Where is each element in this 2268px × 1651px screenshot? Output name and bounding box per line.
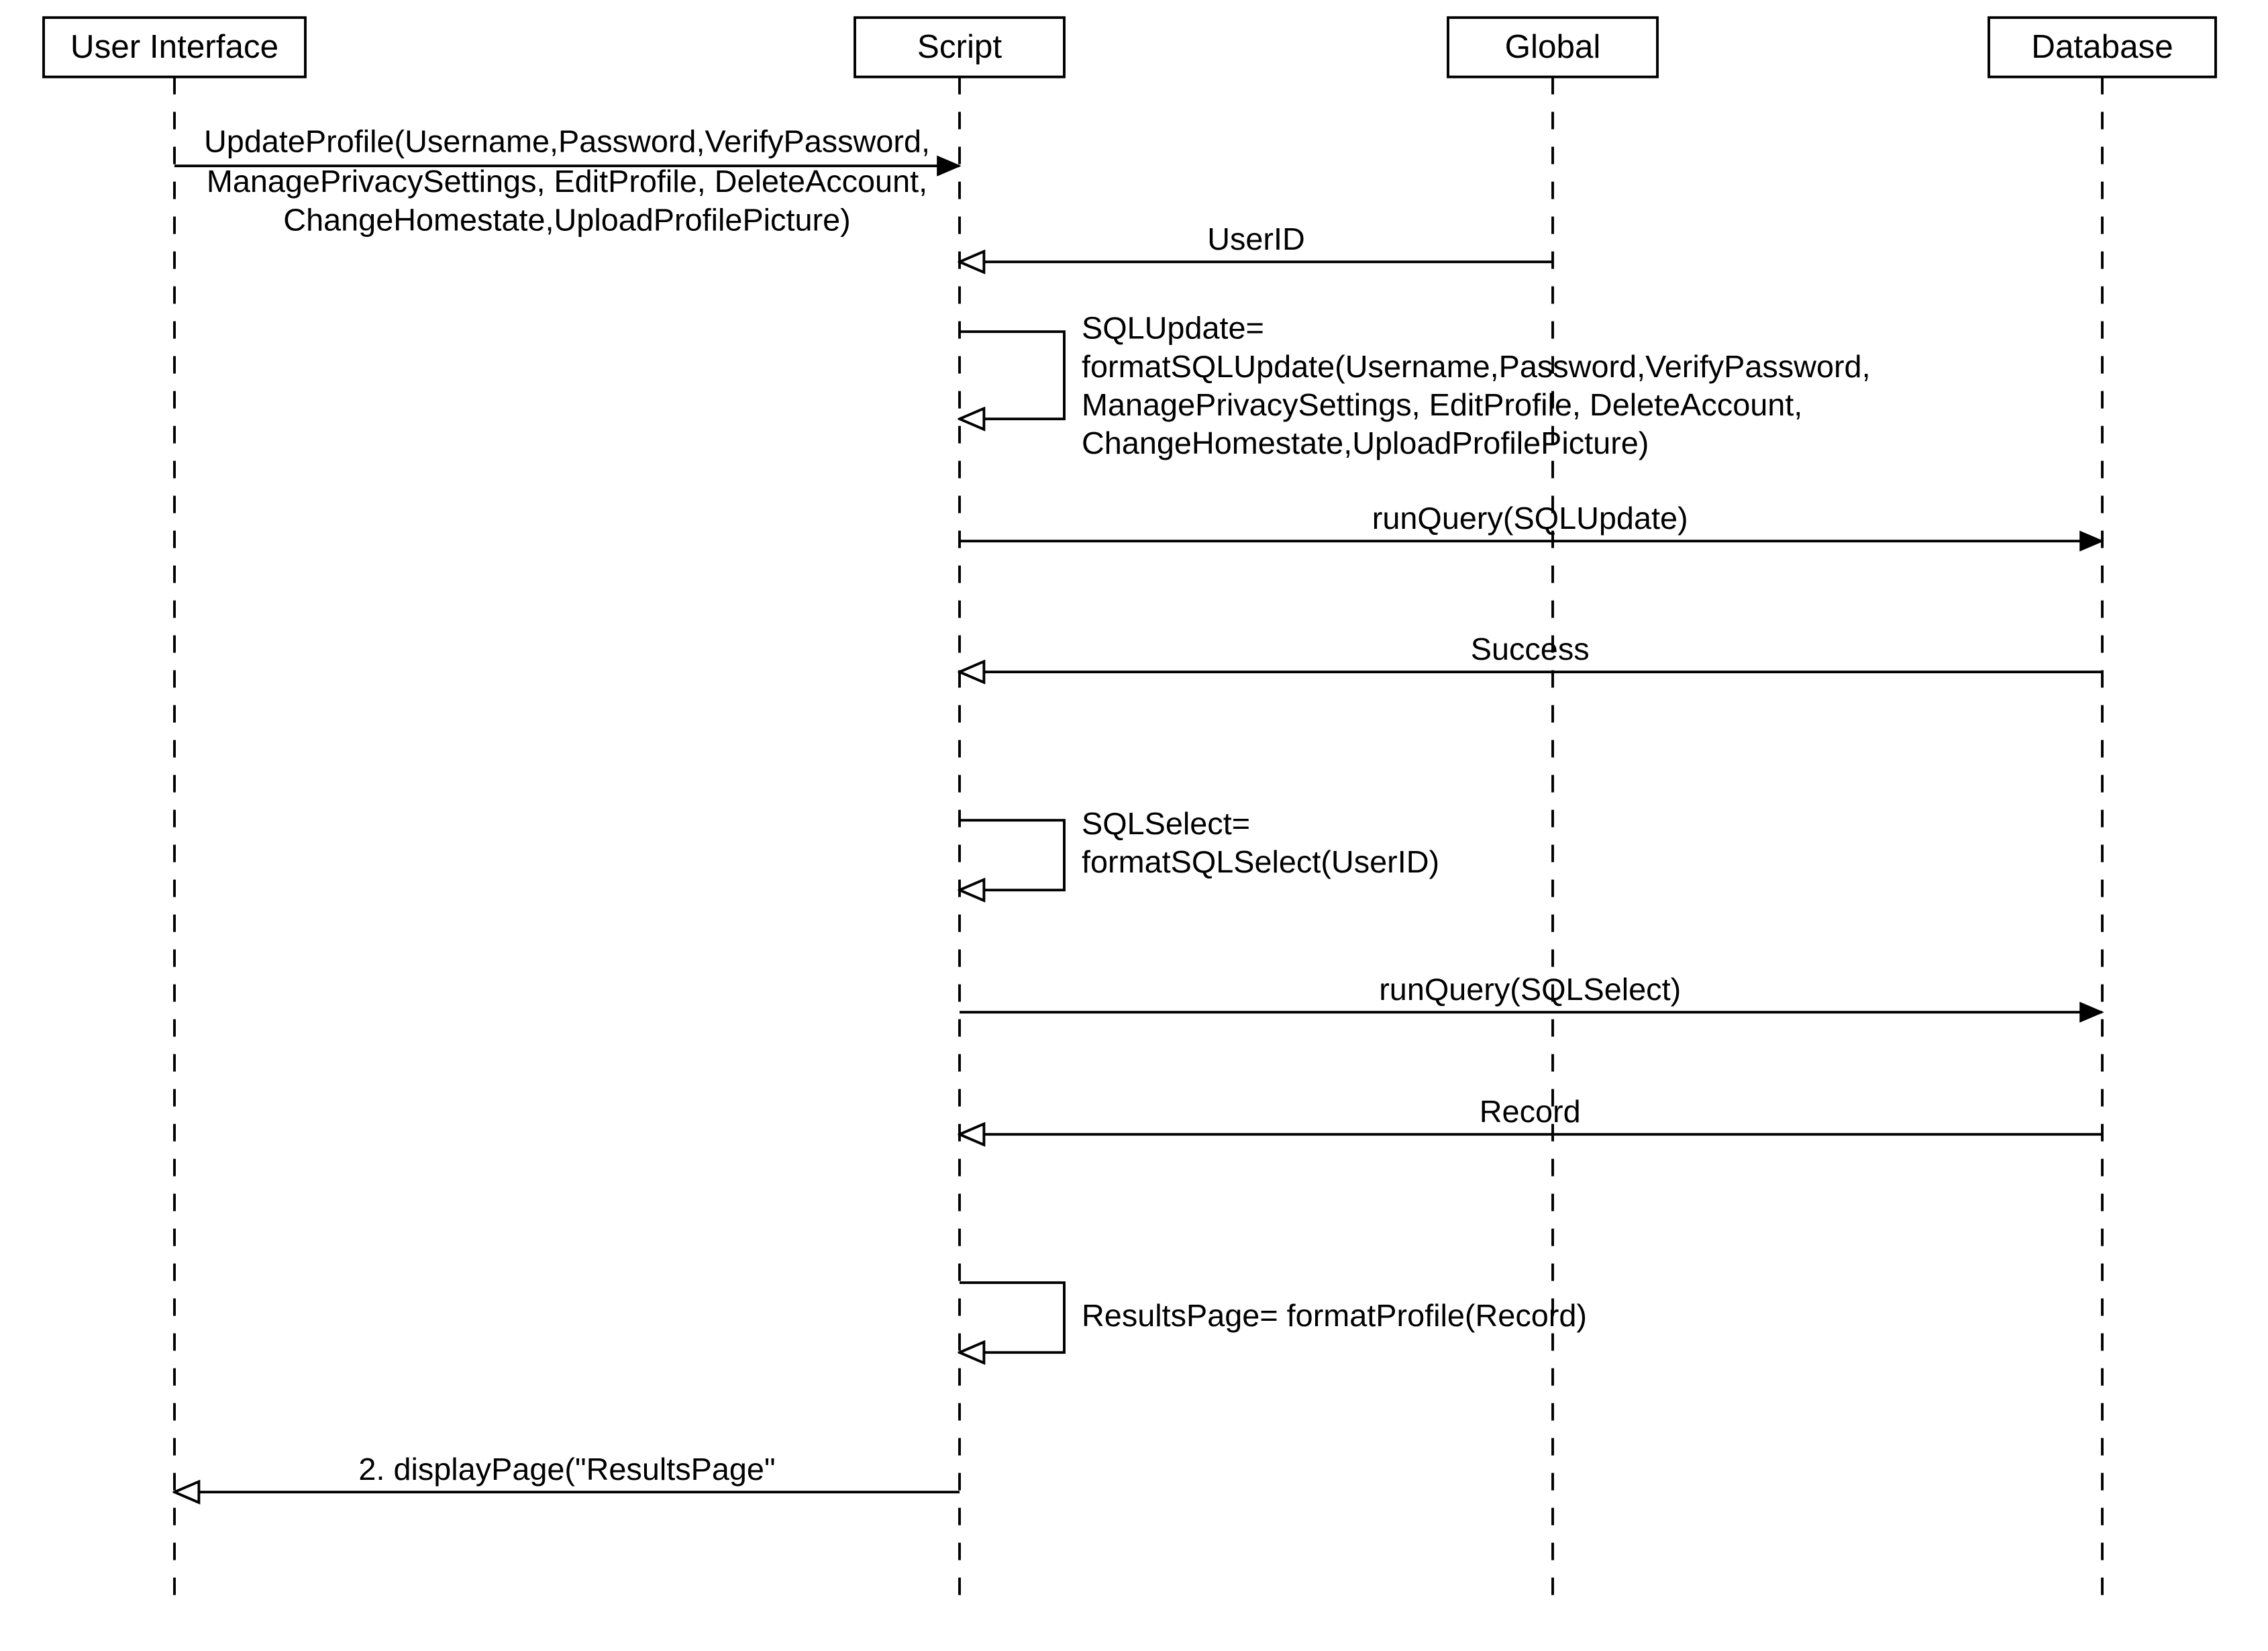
msg-update-profile: UpdateProfile(Username,Password,VerifyPa… [174, 123, 960, 237]
svg-text:formatSQLSelect(UserID): formatSQLSelect(UserID) [1082, 844, 1439, 879]
svg-text:ResultsPage= formatProfile(Rec: ResultsPage= formatProfile(Record) [1082, 1298, 1587, 1333]
svg-text:runQuery(SQLUpdate): runQuery(SQLUpdate) [1372, 501, 1688, 536]
msg-run-query-select: runQuery(SQLSelect) [960, 972, 2102, 1012]
svg-text:SQLSelect=: SQLSelect= [1082, 806, 1250, 841]
msg-display-page: 2. displayPage("ResultsPage" [174, 1452, 960, 1492]
lifeline-label: Script [917, 28, 1002, 65]
svg-text:UpdateProfile(Username,Passwor: UpdateProfile(Username,Password,VerifyPa… [204, 123, 930, 158]
msg-record: Record [960, 1094, 2102, 1134]
lifeline-global: Global [1448, 17, 1657, 1605]
msg-format-sql-update: SQLUpdate= formatSQLUpdate(Username,Pass… [960, 311, 1871, 461]
lifeline-label: Global [1505, 28, 1601, 65]
svg-text:ManagePrivacySettings, EditPro: ManagePrivacySettings, EditProfile, Dele… [1082, 387, 1802, 422]
msg-user-id: UserID [960, 221, 1553, 262]
svg-text:formatSQLUpdate(Username,Passw: formatSQLUpdate(Username,Password,Verify… [1082, 349, 1871, 384]
lifeline-label: Database [2031, 28, 2173, 65]
lifeline-user-interface: User Interface [44, 17, 305, 1605]
svg-text:SQLUpdate=: SQLUpdate= [1082, 311, 1264, 346]
svg-text:Success: Success [1471, 632, 1590, 666]
svg-text:ChangeHomestate,UploadProfileP: ChangeHomestate,UploadProfilePicture) [1082, 426, 1649, 460]
lifeline-database: Database [1989, 17, 2216, 1605]
svg-text:ChangeHomestate,UploadProfileP: ChangeHomestate,UploadProfilePicture) [283, 202, 850, 237]
svg-text:2. displayPage("ResultsPage": 2. displayPage("ResultsPage" [358, 1452, 775, 1487]
msg-format-sql-select: SQLSelect= formatSQLSelect(UserID) [960, 806, 1439, 890]
svg-text:runQuery(SQLSelect): runQuery(SQLSelect) [1379, 972, 1681, 1007]
msg-success: Success [960, 632, 2102, 672]
msg-run-query-update: runQuery(SQLUpdate) [960, 501, 2102, 541]
svg-text:UserID: UserID [1207, 221, 1305, 256]
svg-text:ManagePrivacySettings, EditPro: ManagePrivacySettings, EditProfile, Dele… [207, 164, 927, 199]
svg-text:Record: Record [1480, 1094, 1581, 1129]
sequence-diagram: User Interface Script Global Database Up… [0, 0, 2268, 1651]
msg-format-profile: ResultsPage= formatProfile(Record) [960, 1283, 1587, 1352]
lifeline-label: User Interface [70, 28, 278, 65]
lifeline-script: Script [855, 17, 1064, 1605]
